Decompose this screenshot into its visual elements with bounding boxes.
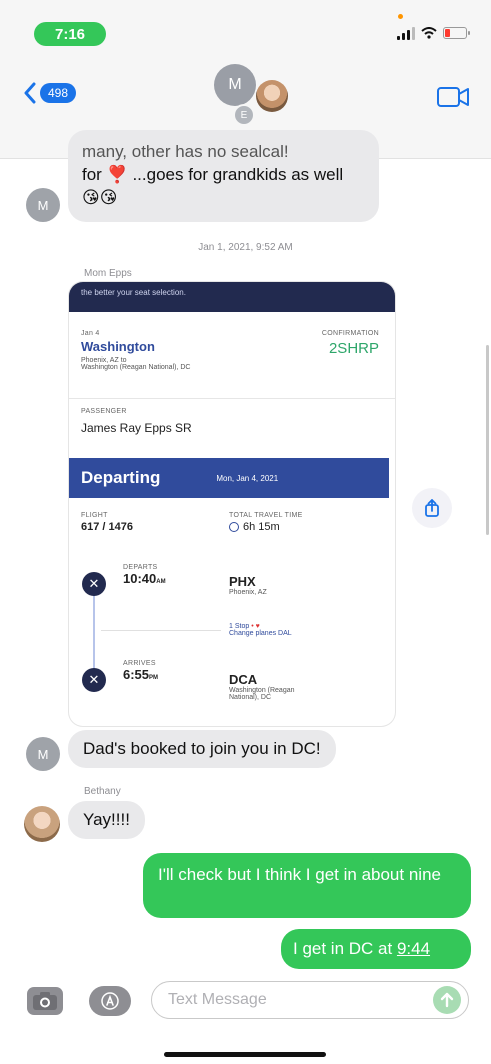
- app-store-button[interactable]: [89, 986, 131, 1016]
- departs-label: DEPARTS: [123, 564, 158, 571]
- message-input-placeholder: Text Message: [168, 991, 267, 1008]
- departing-title: Departing: [81, 468, 161, 487]
- camera-icon: [33, 992, 57, 1010]
- flight-ticket-image[interactable]: the better your seat selection. Jan 4 Wa…: [69, 282, 395, 726]
- departs-time: 10:40: [123, 571, 157, 586]
- departs-ampm: AM: [156, 579, 166, 585]
- back-button[interactable]: 498: [24, 82, 77, 104]
- dest-city: National), DC: [229, 694, 272, 701]
- arrives-time: 6:55: [123, 667, 150, 682]
- dest-city: Washington (Reagan: [229, 687, 295, 694]
- arrow-up-icon: [440, 992, 454, 1008]
- change-planes: Change planes DAL: [229, 630, 292, 637]
- wifi-icon: [421, 27, 437, 39]
- message-bubble-incoming[interactable]: many, other has no sealcal! for ❣️ ...go…: [68, 130, 379, 222]
- arrival-plane-icon: ✕: [82, 668, 106, 692]
- travel-time: 6h 15m: [243, 521, 280, 533]
- sender-name: Bethany: [84, 786, 121, 797]
- departing-bar: Departing Mon, Jan 4, 2021: [69, 458, 389, 498]
- confirmation-label: CONFIRMATION: [321, 330, 379, 337]
- avatar-m[interactable]: M: [26, 737, 60, 771]
- camera-indicator-icon: [398, 14, 403, 19]
- arrives-ampm: PM: [149, 675, 159, 681]
- group-avatar-m[interactable]: M: [214, 64, 256, 106]
- camera-button[interactable]: [27, 987, 63, 1015]
- itinerary-line: [93, 584, 95, 680]
- ticket-destination: Washington: [81, 339, 155, 354]
- departure-plane-icon: ✕: [82, 572, 106, 596]
- message-emoji: 😘😘: [82, 188, 118, 207]
- message-bubble-incoming[interactable]: Yay!!!!: [68, 801, 145, 839]
- flight-label: FLIGHT: [81, 512, 108, 519]
- travel-time-label: TOTAL TRAVEL TIME: [229, 512, 303, 519]
- message-text: for ❣️ ...goes for grandkids as well: [82, 165, 344, 184]
- ticket-top-banner: the better your seat selection.: [69, 282, 395, 312]
- scroll-indicator[interactable]: [486, 345, 489, 535]
- message-input[interactable]: Text Message: [151, 981, 469, 1019]
- message-text: Yay!!!!: [83, 810, 130, 829]
- sender-name: Mom Epps: [84, 268, 132, 279]
- share-button[interactable]: [412, 488, 452, 528]
- arrives-label: ARRIVES: [123, 660, 156, 667]
- origin-code: PHX: [229, 574, 256, 589]
- passenger-label: PASSENGER: [81, 408, 127, 415]
- message-bubble-incoming[interactable]: Dad's booked to join you in DC!: [68, 730, 336, 768]
- message-text: many, other has no sealcal!: [82, 142, 289, 161]
- clock-icon: [229, 522, 239, 532]
- cellular-signal-icon: [397, 26, 415, 40]
- dest-code: DCA: [229, 672, 258, 687]
- message-bubble-outgoing[interactable]: I'll check but I think I get in about ni…: [143, 853, 471, 918]
- ticket-route: Washington (Reagan National), DC: [81, 364, 191, 371]
- message-text: Dad's booked to join you in DC!: [83, 739, 321, 758]
- chevron-left-icon: [24, 82, 36, 104]
- passenger-name: James Ray Epps SR: [81, 421, 192, 435]
- home-indicator[interactable]: [164, 1052, 326, 1057]
- send-button[interactable]: [433, 986, 461, 1014]
- origin-city: Phoenix, AZ: [229, 589, 267, 596]
- group-avatar-e[interactable]: E: [233, 104, 255, 126]
- confirmation-code: 2SHRP: [328, 340, 379, 357]
- ticket-date: Jan 4: [81, 330, 100, 337]
- battery-icon: [443, 27, 470, 39]
- video-call-icon[interactable]: [437, 86, 469, 108]
- stop-marker-icon: • ♥: [251, 623, 260, 630]
- message-text: I get in DC at: [293, 939, 397, 958]
- share-icon: [425, 499, 439, 517]
- message-bubble-outgoing[interactable]: I get in DC at 9:44: [281, 929, 471, 969]
- unread-count-badge: 498: [40, 83, 77, 103]
- app-store-icon: [101, 992, 119, 1010]
- time-link[interactable]: 9:44: [397, 939, 430, 959]
- group-avatar-photo[interactable]: [256, 80, 288, 112]
- message-text: I'll check but I think I get in about ni…: [158, 865, 441, 884]
- message-timestamp: Jan 1, 2021, 9:52 AM: [198, 242, 293, 253]
- departing-date: Mon, Jan 4, 2021: [216, 473, 279, 483]
- status-time[interactable]: 7:16: [34, 22, 106, 46]
- status-icons: [397, 26, 470, 40]
- avatar-m[interactable]: M: [26, 188, 60, 222]
- flight-number: 617 / 1476: [81, 521, 133, 533]
- ticket-route: Phoenix, AZ to: [81, 357, 127, 364]
- avatar-bethany[interactable]: [24, 806, 60, 842]
- stop-info: 1 Stop: [229, 623, 250, 630]
